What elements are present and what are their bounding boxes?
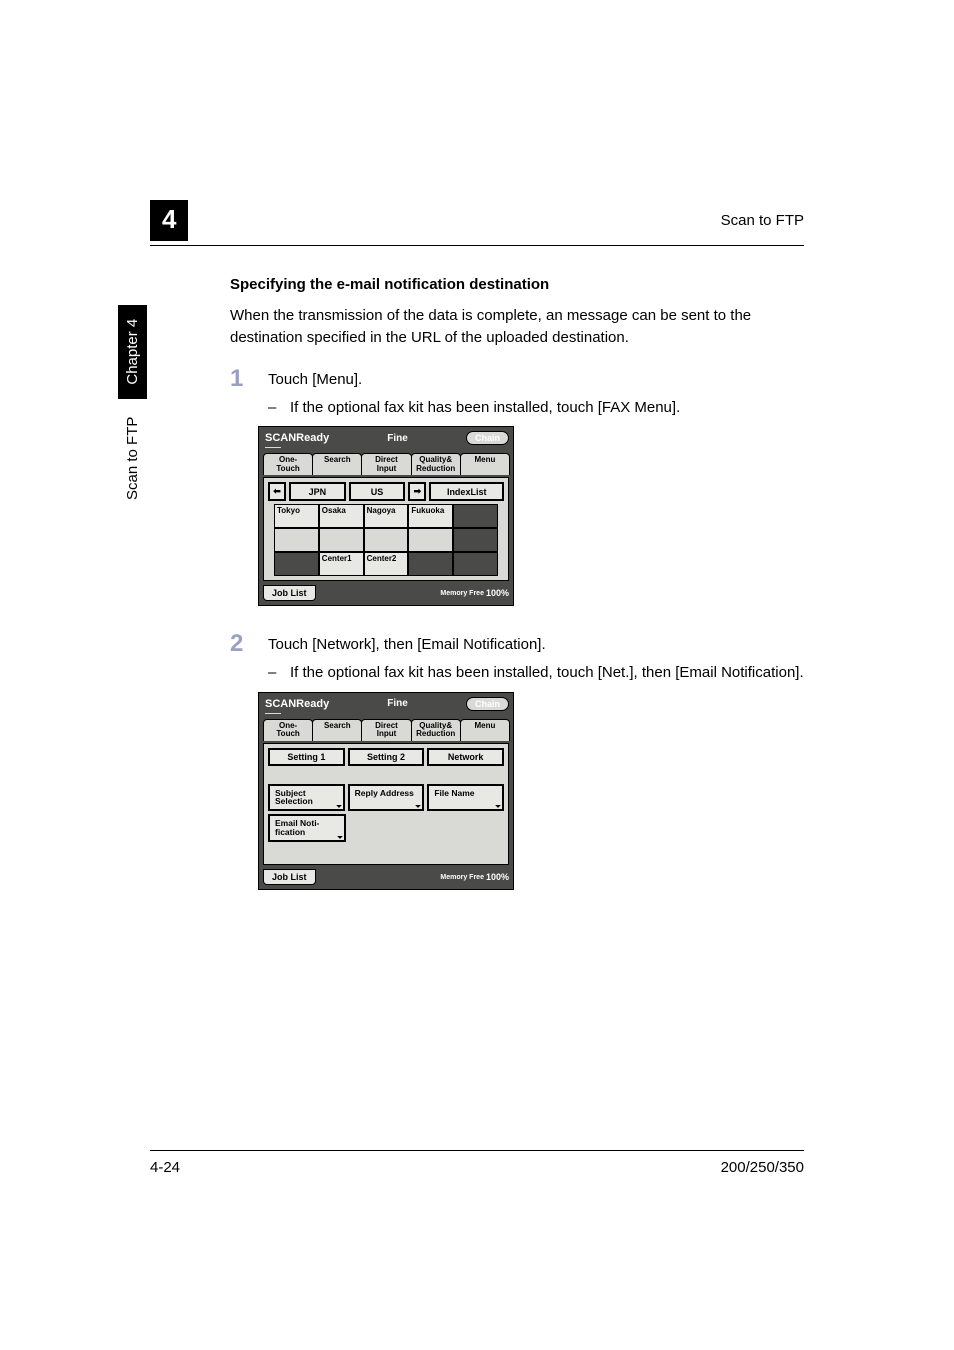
step-number: 2 <box>230 632 268 656</box>
dest-osaka[interactable]: Osaka <box>319 504 364 528</box>
reply-address-button[interactable]: Reply Address <box>348 784 425 812</box>
memory-free-indicator: Memory Free100% <box>440 588 509 598</box>
setting2-button[interactable]: Setting 2 <box>348 748 425 766</box>
lcd-fine-label: Fine <box>335 433 460 444</box>
tab-direct-input[interactable]: Direct Input <box>361 453 411 475</box>
chapter-number-badge: 4 <box>150 200 188 241</box>
memory-free-indicator: Memory Free100% <box>440 872 509 882</box>
dest-empty[interactable] <box>453 528 498 552</box>
subject-selection-button[interactable]: Subject Selection <box>268 784 345 812</box>
step-2-sub: – If the optional fax kit has been insta… <box>268 662 804 684</box>
step-number: 1 <box>230 367 268 391</box>
dest-empty[interactable] <box>453 504 498 528</box>
tab-direct-input[interactable]: Direct Input <box>361 719 411 741</box>
step-2: 2 Touch [Network], then [Email Notificat… <box>230 632 804 656</box>
side-section-label: Scan to FTP <box>124 417 141 500</box>
dest-center2[interactable]: Center2 <box>364 552 409 576</box>
section-intro: When the transmission of the data is com… <box>230 305 804 349</box>
dest-tokyo[interactable]: Tokyo <box>274 504 319 528</box>
page-number: 4-24 <box>150 1159 180 1176</box>
job-list-button[interactable]: Job List <box>263 585 316 601</box>
step-1-sub: – If the optional fax kit has been insta… <box>268 397 804 419</box>
tab-menu[interactable]: Menu <box>460 719 510 741</box>
tab-one-touch[interactable]: One-Touch <box>263 719 313 741</box>
right-arrow-button[interactable]: ➡ <box>408 482 426 501</box>
file-name-button[interactable]: File Name <box>427 784 504 812</box>
email-notification-button[interactable]: Email Noti- fication <box>268 814 346 842</box>
side-column: Scan to FTP Chapter 4 <box>118 305 147 500</box>
jpn-button[interactable]: JPN <box>289 482 346 501</box>
dest-empty[interactable] <box>408 528 453 552</box>
us-button[interactable]: US <box>349 482 406 501</box>
dash-icon: – <box>268 397 290 419</box>
lcd-panel-2: SCANReady Fine Chain One-Touch Search Di… <box>258 692 514 890</box>
network-button[interactable]: Network <box>427 748 504 766</box>
side-chapter-label: Chapter 4 <box>118 305 147 399</box>
job-list-button[interactable]: Job List <box>263 869 316 885</box>
lcd-fine-label: Fine <box>335 698 460 709</box>
dest-center1[interactable]: Center1 <box>319 552 364 576</box>
tab-quality-reduction[interactable]: Quality& Reduction <box>411 719 461 741</box>
lcd-ready-label: SCANReady <box>265 698 329 710</box>
dest-nagoya[interactable]: Nagoya <box>364 504 409 528</box>
tab-quality-reduction[interactable]: Quality& Reduction <box>411 453 461 475</box>
tab-search[interactable]: Search <box>312 453 362 475</box>
lcd-ready-label: SCANReady <box>265 432 329 444</box>
chain-button[interactable]: Chain <box>466 697 509 711</box>
setting1-button[interactable]: Setting 1 <box>268 748 345 766</box>
dest-empty[interactable] <box>408 552 453 576</box>
lcd-panel-1: SCANReady Fine Chain One-Touch Search Di… <box>258 426 514 606</box>
index-list-button[interactable]: IndexList <box>429 482 504 501</box>
model-number: 200/250/350 <box>721 1159 804 1176</box>
dest-empty[interactable] <box>274 552 319 576</box>
tab-search[interactable]: Search <box>312 719 362 741</box>
step-sub-text: If the optional fax kit has been install… <box>290 662 804 684</box>
step-text: Touch [Menu]. <box>268 367 362 391</box>
chain-button[interactable]: Chain <box>466 431 509 445</box>
left-arrow-button[interactable]: ⬅ <box>268 482 286 501</box>
step-sub-text: If the optional fax kit has been install… <box>290 397 804 419</box>
tab-menu[interactable]: Menu <box>460 453 510 475</box>
section-heading: Specifying the e-mail notification desti… <box>230 276 804 293</box>
dest-empty[interactable] <box>453 552 498 576</box>
step-1: 1 Touch [Menu]. <box>230 367 804 391</box>
running-header-title: Scan to FTP <box>721 212 804 229</box>
dest-empty[interactable] <box>319 528 364 552</box>
dest-fukuoka[interactable]: Fukuoka <box>408 504 453 528</box>
step-text: Touch [Network], then [Email Notificatio… <box>268 632 546 656</box>
dash-icon: – <box>268 662 290 684</box>
tab-one-touch[interactable]: One-Touch <box>263 453 313 475</box>
dest-empty[interactable] <box>274 528 319 552</box>
dest-empty[interactable] <box>364 528 409 552</box>
